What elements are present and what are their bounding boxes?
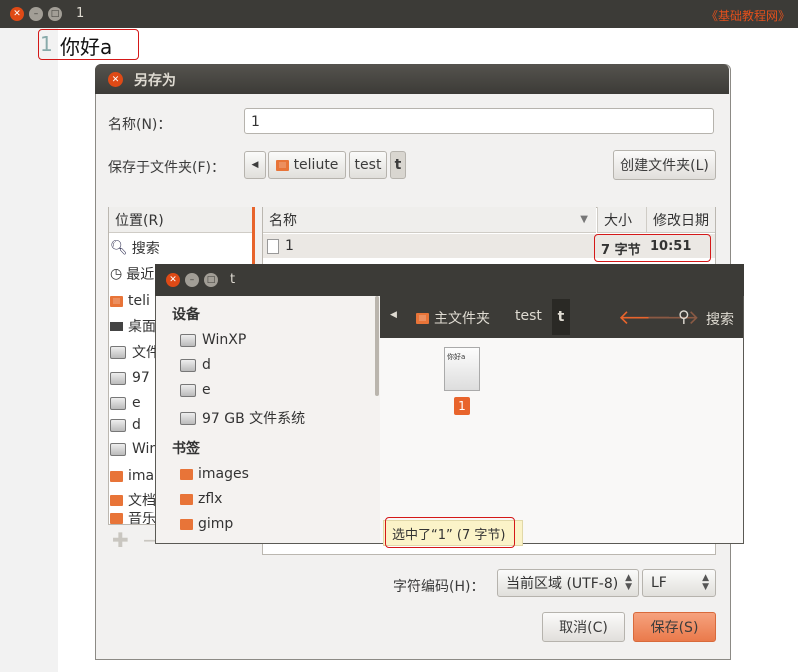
fm-path-home[interactable]: 主文件夹 xyxy=(416,308,490,328)
watermark-text: 《基础教程网》 xyxy=(705,9,790,23)
places-header[interactable]: 位置(R) xyxy=(109,207,253,233)
fm-search-label[interactable]: 搜索 xyxy=(706,309,734,329)
file-label-badge[interactable]: 1 xyxy=(454,397,470,415)
device-97gb[interactable]: 97 GB 文件系统 xyxy=(180,408,305,428)
filename-input[interactable]: 1 xyxy=(244,108,714,134)
folder-icon xyxy=(110,494,123,506)
clock-icon: ◷ xyxy=(110,266,123,282)
editor-titlebar xyxy=(0,0,798,28)
fm-sidebar-scrollbar[interactable] xyxy=(375,296,379,396)
editor-title: 1 xyxy=(76,6,85,21)
folder-icon xyxy=(180,493,193,505)
file-manager-title: t xyxy=(230,272,236,287)
place-music[interactable]: 音乐 xyxy=(110,512,156,524)
devices-header: 设备 xyxy=(172,307,200,323)
close-window-button[interactable]: ✕ xyxy=(10,7,24,21)
cancel-button[interactable]: 取消(C) xyxy=(542,612,625,642)
line-ending-select[interactable]: LF ▲ ▼ xyxy=(642,569,716,597)
spin-arrows-icon: ▲ ▼ xyxy=(625,573,632,592)
path-back-arrow-icon[interactable]: ◀ xyxy=(390,310,397,320)
place-desktop[interactable]: 桌面 xyxy=(110,315,156,337)
path-segment-t[interactable]: t xyxy=(390,151,406,179)
drive-icon xyxy=(110,442,126,456)
desktop-icon xyxy=(110,321,123,331)
file-name-cell[interactable]: 1 xyxy=(267,238,294,254)
line-number: 1 xyxy=(40,32,53,56)
folder-icon xyxy=(180,518,193,530)
folder-label: 保存于文件夹(F)： xyxy=(108,160,225,176)
file-manager-titlebar xyxy=(155,264,744,296)
place-images[interactable]: ima xyxy=(110,465,154,487)
place-e[interactable]: e xyxy=(110,392,141,414)
drive-icon xyxy=(110,418,126,432)
plus-icon[interactable]: ✚ xyxy=(112,528,129,552)
folder-icon xyxy=(110,512,123,524)
file-size-cell: 7 字节 xyxy=(601,243,641,258)
encoding-select[interactable]: 当前区域 (UTF-8) ▲ ▼ xyxy=(497,569,639,597)
path-back-button[interactable]: ◀ xyxy=(244,151,266,179)
fm-path-test[interactable]: test xyxy=(515,308,542,324)
home-folder-icon xyxy=(416,312,429,324)
create-folder-button[interactable]: 创建文件夹(L) xyxy=(613,150,716,180)
path-segment-teliute[interactable]: teliute xyxy=(268,151,346,179)
dialog-title: 另存为 xyxy=(134,73,176,89)
place-teliute[interactable]: teli xyxy=(110,290,150,312)
dialog-titlebar xyxy=(95,64,729,94)
editor-gutter xyxy=(0,28,58,672)
device-e[interactable]: e xyxy=(180,382,211,398)
drive-icon xyxy=(180,383,196,397)
drive-icon xyxy=(180,333,196,347)
column-name-header[interactable]: 名称 ▼ xyxy=(263,207,596,233)
device-d[interactable]: d xyxy=(180,357,211,373)
home-folder-icon xyxy=(110,295,123,307)
fm-path-t[interactable]: t xyxy=(552,299,570,335)
drive-icon xyxy=(180,358,196,372)
place-documents-drive[interactable]: 文件 xyxy=(110,341,160,363)
file-modified-cell: 10:51 xyxy=(650,239,692,254)
bookmark-images[interactable]: images xyxy=(180,466,249,482)
fm-content-area[interactable] xyxy=(380,338,743,543)
home-folder-icon xyxy=(275,159,289,171)
place-search[interactable]: 🔍︎ 搜索 xyxy=(110,237,160,259)
place-recent[interactable]: ◷ 最近 xyxy=(110,263,154,285)
place-winxp[interactable]: Win xyxy=(110,438,158,460)
save-button[interactable]: 保存(S) xyxy=(633,612,716,642)
dialog-close-button[interactable]: ✕ xyxy=(108,72,123,87)
fm-close-button[interactable]: ✕ xyxy=(166,273,180,287)
search-icon[interactable]: ⚲ xyxy=(678,307,690,326)
column-modified-header[interactable]: 修改日期 xyxy=(646,207,715,233)
drive-icon xyxy=(110,371,126,385)
encoding-label: 字符编码(H)： xyxy=(393,579,485,595)
search-icon: 🔍︎ xyxy=(110,240,128,256)
text-file-icon xyxy=(267,238,279,254)
place-d[interactable]: d xyxy=(110,414,141,436)
place-documents[interactable]: 文档 xyxy=(110,489,156,511)
annotation-box xyxy=(385,517,515,548)
sort-arrow-icon: ▼ xyxy=(580,214,588,225)
device-winxp[interactable]: WinXP xyxy=(180,332,246,348)
fm-maximize-button[interactable]: □ xyxy=(204,273,218,287)
spin-arrows-icon: ▲ ▼ xyxy=(702,573,709,592)
drive-icon xyxy=(110,345,126,359)
maximize-window-button[interactable]: □ xyxy=(48,7,62,21)
minimize-window-button[interactable]: – xyxy=(29,7,43,21)
bookmarks-header: 书签 xyxy=(172,441,200,457)
folder-icon xyxy=(180,468,193,480)
editor-text-line[interactable]: 你好a xyxy=(60,31,112,60)
folder-icon xyxy=(110,470,123,482)
bookmark-zflx[interactable]: zflx xyxy=(180,491,222,507)
fm-minimize-button[interactable]: – xyxy=(185,273,199,287)
text-file-icon[interactable]: 你好a xyxy=(444,347,480,391)
name-label: 名称(N)： xyxy=(108,117,172,133)
path-segment-test[interactable]: test xyxy=(349,151,387,179)
drive-icon xyxy=(110,396,126,410)
bookmark-gimp[interactable]: gimp xyxy=(180,516,233,532)
column-size-header[interactable]: 大小 xyxy=(597,207,646,233)
forward-arrow-icon[interactable]: 🡒 xyxy=(646,305,700,329)
drive-icon xyxy=(180,411,196,425)
